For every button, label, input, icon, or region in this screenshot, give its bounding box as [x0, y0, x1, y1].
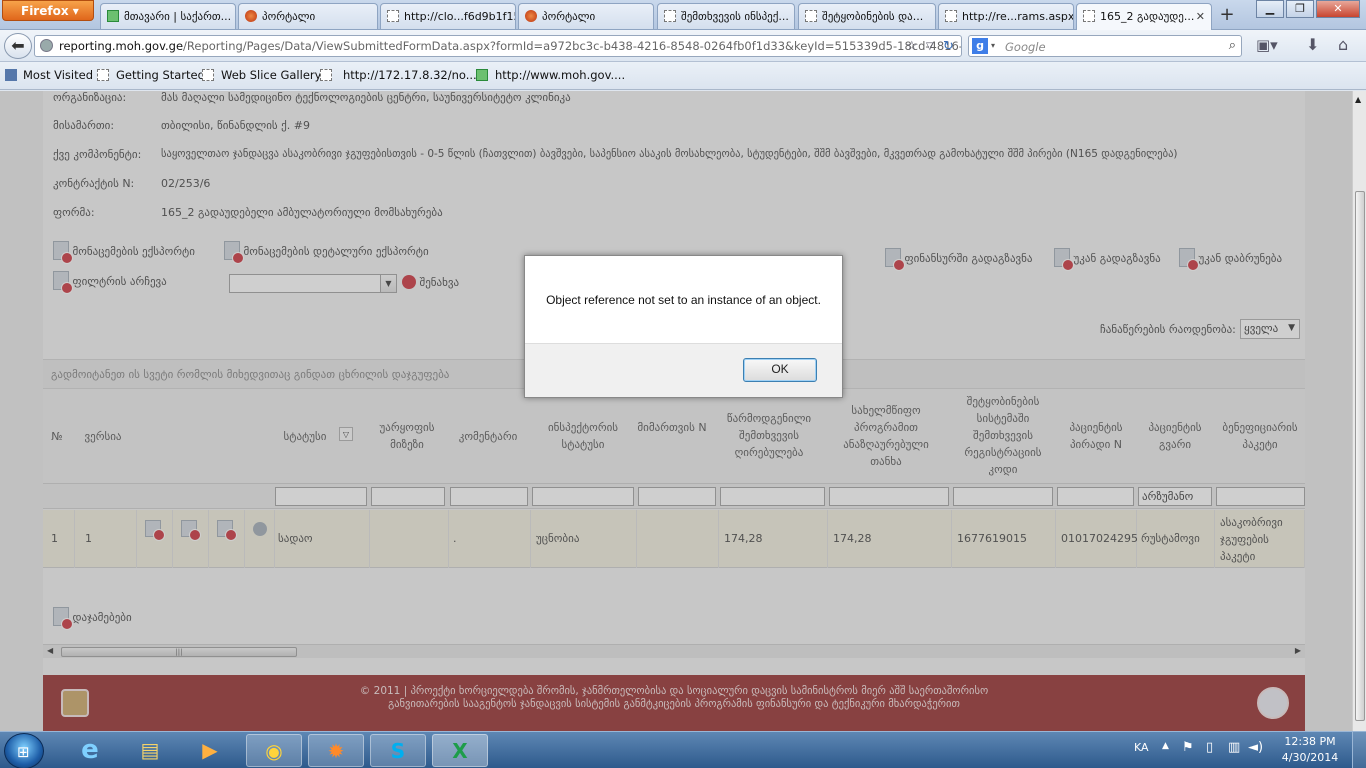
green-flag-icon: [107, 10, 119, 22]
file-explorer-icon[interactable]: ▤: [122, 734, 178, 767]
error-message: Object reference not set to an instance …: [546, 293, 821, 307]
downloads-icon[interactable]: ⬇: [1306, 35, 1319, 54]
tab-6[interactable]: შეტყობინების და...: [798, 3, 936, 29]
url-bar[interactable]: reporting.moh.gov.ge/Reporting/Pages/Dat…: [34, 35, 962, 57]
back-button[interactable]: ⬅: [4, 33, 32, 59]
bookmark-star-icon[interactable]: ☆: [906, 39, 918, 54]
blank-page-icon: [805, 10, 817, 22]
restore-button[interactable]: ❐: [1286, 0, 1314, 18]
red-emblem-icon: [245, 10, 257, 22]
tab-label: პორტალი: [262, 10, 316, 23]
red-emblem-icon: [525, 10, 537, 22]
skype-icon[interactable]: S: [370, 734, 426, 767]
show-desktop-button[interactable]: [1352, 732, 1366, 768]
close-tab-icon[interactable]: ✕: [1196, 10, 1205, 23]
tab-1[interactable]: მთავარი | საქართ...: [100, 3, 236, 29]
green-flag-icon: [476, 69, 488, 81]
ok-button[interactable]: OK: [743, 358, 817, 382]
windows-logo-icon: ⊞: [17, 743, 30, 761]
excel-icon[interactable]: X: [432, 734, 488, 767]
dialog-button-bar: OK: [525, 343, 842, 397]
tab-label: 165_2 გადაუდე...: [1100, 10, 1195, 23]
tab-2[interactable]: პორტალი: [238, 3, 378, 29]
bookmark-label: Web Slice Gallery: [221, 68, 322, 82]
url-host: reporting.moh.gov.ge: [59, 39, 184, 53]
clock-date[interactable]: 4/30/2014: [1280, 751, 1340, 764]
navigation-bar: ⬅ reporting.moh.gov.ge/Reporting/Pages/D…: [0, 30, 1366, 62]
bookmark-internal-ip[interactable]: http://172.17.8.32/no...: [320, 68, 477, 82]
clock-time[interactable]: 12:38 PM: [1280, 735, 1340, 748]
windows-taskbar: ⊞ e ▤ ▶ ◉ ✹ S X KA ▲ ⚑ ▯ ▥ ◄) 12:38 PM 4…: [0, 731, 1366, 768]
tab-label: შემთხვევის ინსპექ...: [681, 10, 789, 23]
blank-page-icon: [320, 69, 332, 81]
tab-label: შეტყობინების და...: [822, 10, 924, 23]
bookmark-moh[interactable]: http://www.moh.gov....: [476, 68, 625, 82]
reload-icon[interactable]: ↻: [943, 39, 954, 54]
bookmark-most-visited[interactable]: Most Visited: [5, 68, 93, 82]
bookmarks-menu-icon[interactable]: ▣▾: [1256, 36, 1278, 54]
search-placeholder: Google: [1005, 40, 1046, 54]
google-engine-icon[interactable]: g: [972, 38, 988, 54]
volume-icon[interactable]: ◄): [1248, 740, 1263, 755]
star-icon: [5, 69, 17, 81]
engine-dropdown-icon[interactable]: ▾: [991, 41, 995, 50]
tab-3[interactable]: http://clo...f6d9b1f15: [380, 3, 516, 29]
blank-page-icon: [945, 10, 957, 22]
scroll-up-icon[interactable]: ▲: [1355, 95, 1361, 104]
window-controls: ▁ ❐ ✕: [1256, 0, 1362, 20]
tab-7[interactable]: http://re...rams.aspx: [938, 3, 1074, 29]
blank-page-icon: [387, 10, 399, 22]
url-path: /Reporting/Pages/Data/ViewSubmittedFormD…: [183, 39, 962, 53]
search-bar[interactable]: g ▾ Google ⌕: [968, 35, 1242, 57]
start-button[interactable]: ⊞: [4, 733, 44, 768]
language-indicator[interactable]: KA: [1134, 741, 1149, 754]
bookmark-label: Getting Started: [116, 68, 205, 82]
blank-page-icon: [664, 10, 676, 22]
tab-label: პორტალი: [542, 10, 596, 23]
tab-5[interactable]: შემთხვევის ინსპექ...: [657, 3, 795, 29]
internet-explorer-icon[interactable]: e: [62, 734, 118, 767]
chrome-icon[interactable]: ◉: [246, 734, 302, 767]
show-hidden-icons[interactable]: ▲: [1162, 741, 1169, 751]
bookmark-label: http://www.moh.gov....: [495, 68, 626, 82]
vertical-scroll-thumb[interactable]: [1355, 191, 1365, 721]
minimize-button[interactable]: ▁: [1256, 0, 1284, 18]
bookmark-label: Most Visited: [23, 68, 93, 82]
media-player-icon[interactable]: ▶: [182, 734, 238, 767]
system-tray: KA ▲ ⚑ ▯ ▥ ◄) 12:38 PM 4/30/2014: [1128, 732, 1366, 768]
history-dropdown-icon[interactable]: ▽: [926, 41, 934, 52]
tab-label: მთავარი | საქართ...: [124, 10, 232, 23]
tab-8-active[interactable]: 165_2 გადაუდე... ✕: [1076, 3, 1212, 30]
network-icon[interactable]: ▥: [1228, 740, 1240, 755]
tab-4[interactable]: პორტალი: [518, 3, 654, 29]
modal-overlay: [0, 91, 1352, 731]
new-tab-button[interactable]: +: [1214, 4, 1240, 28]
firefox-icon[interactable]: ✹: [308, 734, 364, 767]
bookmarks-toolbar: Most Visited Getting Started Web Slice G…: [0, 62, 1366, 90]
home-icon[interactable]: ⌂: [1338, 35, 1348, 54]
tab-label: http://clo...f6d9b1f15: [404, 10, 516, 23]
blank-page-icon: [97, 69, 109, 81]
action-center-icon[interactable]: ⚑: [1182, 740, 1194, 755]
blank-page-icon: [1083, 10, 1095, 22]
bookmark-getting-started[interactable]: Getting Started: [97, 68, 205, 82]
bookmark-label: http://172.17.8.32/no...: [343, 68, 477, 82]
firefox-menu-label: Firefox: [21, 4, 69, 18]
blank-page-icon: [202, 69, 214, 81]
back-arrow-icon: ⬅: [11, 36, 25, 55]
bookmark-web-slice-gallery[interactable]: Web Slice Gallery: [202, 68, 321, 82]
vertical-scrollbar[interactable]: ▲: [1352, 91, 1366, 731]
tab-label: http://re...rams.aspx: [962, 10, 1074, 23]
firefox-menu-button[interactable]: Firefox ▾: [2, 0, 94, 21]
close-window-button[interactable]: ✕: [1316, 0, 1360, 18]
error-dialog: Object reference not set to an instance …: [524, 255, 843, 398]
search-icon[interactable]: ⌕: [1229, 38, 1236, 53]
site-identity-icon[interactable]: [40, 39, 53, 52]
battery-icon[interactable]: ▯: [1206, 740, 1213, 755]
tab-strip: Firefox ▾ მთავარი | საქართ... პორტალი ht…: [0, 0, 1366, 30]
